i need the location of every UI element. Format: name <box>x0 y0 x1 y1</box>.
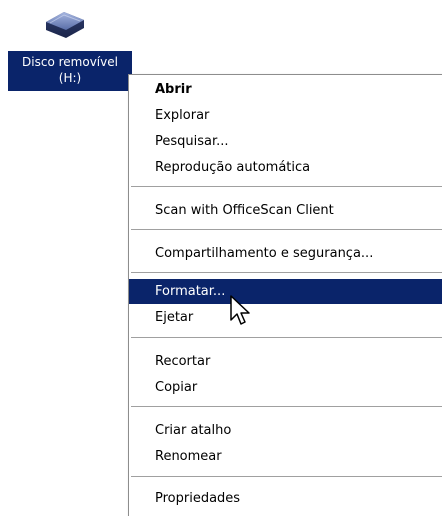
menu-item-recortar[interactable]: Recortar <box>129 349 442 375</box>
drive-label[interactable]: Disco removível (H:) <box>8 51 132 91</box>
menu-item-abrir[interactable]: Abrir <box>129 77 442 103</box>
menu-item-pesquisar[interactable]: Pesquisar... <box>129 129 442 155</box>
menu-item-explorar[interactable]: Explorar <box>129 103 442 129</box>
menu-separator <box>131 272 442 274</box>
menu-item-scan-officescan[interactable]: Scan with OfficeScan Client <box>129 198 442 224</box>
menu-item-formatar[interactable]: Formatar... <box>129 279 442 304</box>
menu-separator <box>131 476 442 478</box>
menu-separator <box>131 406 442 408</box>
menu-item-reproducao-automatica[interactable]: Reprodução automática <box>129 155 442 181</box>
menu-separator <box>131 186 442 188</box>
menu-separator <box>131 229 442 231</box>
arrow-cursor-icon <box>229 294 253 328</box>
menu-item-renomear[interactable]: Renomear <box>129 444 442 470</box>
menu-item-ejetar[interactable]: Ejetar <box>129 305 442 331</box>
drive-name: Disco removível <box>22 55 118 69</box>
menu-separator <box>131 337 442 339</box>
removable-drive-icon[interactable] <box>40 4 88 42</box>
context-menu: Abrir Explorar Pesquisar... Reprodução a… <box>128 74 442 516</box>
drive-letter: (H:) <box>58 71 82 85</box>
menu-item-propriedades[interactable]: Propriedades <box>129 486 442 512</box>
menu-item-copiar[interactable]: Copiar <box>129 375 442 401</box>
menu-item-criar-atalho[interactable]: Criar atalho <box>129 418 442 444</box>
menu-item-compartilhamento[interactable]: Compartilhamento e segurança... <box>129 241 442 267</box>
